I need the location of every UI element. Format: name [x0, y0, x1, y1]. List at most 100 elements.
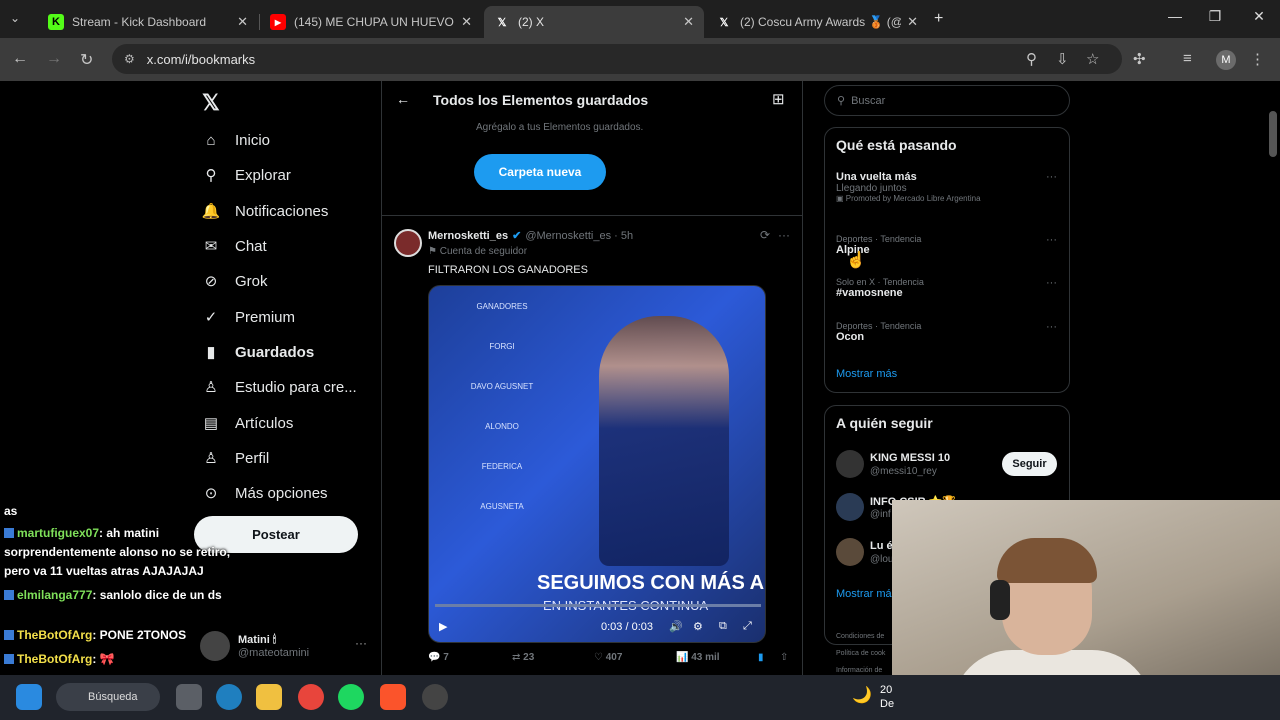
- new-folder-button[interactable]: Carpeta nueva: [474, 154, 606, 190]
- show-more-follow-link[interactable]: Mostrar má: [836, 588, 892, 600]
- search-icon: ⚲: [837, 95, 846, 107]
- like-button[interactable]: ♡ 407: [594, 652, 622, 663]
- winners-list: GANADORES FORGI DAVO AGUSNET ALONDO FEDERICA…: [447, 296, 557, 536]
- chat-text: : sanlolo dice de un ds: [92, 588, 222, 602]
- spotify-icon[interactable]: [338, 684, 364, 710]
- edge-icon[interactable]: [216, 684, 242, 710]
- scrollbar-thumb[interactable]: [1269, 111, 1277, 157]
- search-input[interactable]: ⚲ Buscar: [824, 85, 1070, 116]
- tweet-more-icon[interactable]: ···: [778, 228, 790, 242]
- nav-item-bell[interactable]: 🔔 Notificaciones: [202, 196, 329, 226]
- new-folder-label: Carpeta nueva: [498, 165, 582, 179]
- footer-link[interactable]: Condiciones de: [836, 628, 885, 645]
- task-view-icon[interactable]: [176, 684, 202, 710]
- menu-icon[interactable]: ⋮: [1250, 50, 1265, 68]
- extensions-icon[interactable]: ✣: [1133, 50, 1146, 68]
- back-icon[interactable]: ←: [12, 50, 28, 68]
- repost-button[interactable]: ⇄ 23: [512, 652, 534, 663]
- chrome-icon[interactable]: [298, 684, 324, 710]
- nav-item-profile[interactable]: ♙ Perfil: [202, 443, 269, 473]
- trend-more-icon[interactable]: ···: [1046, 171, 1057, 183]
- nav-item-studio[interactable]: ♙ Estudio para cre...: [202, 372, 356, 402]
- grok-icon[interactable]: ⟳: [760, 228, 770, 242]
- main-column: ← Todos los Elementos guardados ⊞ Agréga…: [381, 81, 803, 675]
- clock[interactable]: 20 De: [880, 683, 894, 711]
- winner-entry: FEDERICA: [481, 462, 523, 471]
- trend-item[interactable]: Solo en X · Tendencia #vamosnene ···: [836, 277, 1061, 299]
- video-progress-bar[interactable]: [435, 604, 761, 607]
- obs-icon[interactable]: [422, 684, 448, 710]
- subscriber-text: Cuenta de seguidor: [439, 246, 528, 257]
- settings-icon[interactable]: ⚙: [693, 620, 703, 633]
- reply-button[interactable]: 💬 7: [428, 652, 449, 663]
- maximize-icon[interactable]: ❐: [1200, 8, 1230, 25]
- chat-badge-icon: [4, 630, 14, 640]
- trend-item[interactable]: Una vuelta más Llegando juntos ▣ Promote…: [836, 171, 1061, 203]
- tab-search-chevron-icon[interactable]: ⌄: [10, 11, 20, 25]
- install-app-icon[interactable]: ⇩: [1056, 50, 1069, 68]
- mail-icon: ✉: [204, 238, 218, 255]
- trend-more-icon[interactable]: ···: [1046, 321, 1057, 333]
- bookmark-star-icon[interactable]: ☆: [1086, 50, 1099, 68]
- tab-youtube[interactable]: ▶ (145) ME CHUPA UN HUEVO - ( ✕: [260, 6, 482, 38]
- taskbar-search[interactable]: Búsqueda: [56, 683, 160, 711]
- follow-suggestion[interactable]: KING MESSI 10 @messi10_rey Seguir: [836, 450, 1061, 482]
- tab-kick[interactable]: K Stream - Kick Dashboard ✕: [38, 6, 258, 38]
- nav-item-bookmark[interactable]: ▮ Guardados: [202, 337, 314, 367]
- site-info-icon[interactable]: ⚙: [124, 52, 135, 66]
- add-folder-icon[interactable]: ⊞: [772, 90, 785, 108]
- tweet-author[interactable]: Mernosketti_es ✔ @Mernosketti_es · 5h: [428, 229, 633, 243]
- nav-item-mail[interactable]: ✉ Chat: [202, 231, 267, 261]
- nav-item-search[interactable]: ⚲ Explorar: [202, 160, 291, 190]
- address-bar[interactable]: ⚙ x.com/i/bookmarks: [112, 44, 1122, 74]
- trend-item[interactable]: Deportes · Tendencia Ocon ···: [836, 321, 1061, 343]
- trend-category: Solo en X · Tendencia: [836, 277, 924, 287]
- tab-x-coscu[interactable]: 𝕏 (2) Coscu Army Awards 🥉 (@C ✕: [706, 6, 928, 38]
- nav-item-grok[interactable]: ⊘ Grok: [202, 266, 268, 296]
- like-count: 407: [605, 652, 623, 663]
- views-button[interactable]: 📊 43 mil: [676, 652, 720, 663]
- trend-item[interactable]: Deportes · Tendencia Alpine ···: [836, 234, 1061, 256]
- tweet-avatar[interactable]: [394, 229, 422, 257]
- show-more-link[interactable]: Mostrar más: [836, 368, 897, 380]
- zoom-icon[interactable]: ⚲: [1026, 50, 1037, 68]
- back-arrow-icon[interactable]: ←: [396, 91, 410, 107]
- nav-item-label: Más opciones: [235, 484, 328, 502]
- tweet-video[interactable]: GANADORES FORGI DAVO AGUSNET ALONDO FEDERICA…: [428, 285, 766, 643]
- share-icon[interactable]: ⇧: [780, 652, 788, 663]
- trend-more-icon[interactable]: ···: [1046, 234, 1057, 246]
- trend-more-icon[interactable]: ···: [1046, 277, 1057, 289]
- fullscreen-icon[interactable]: ⤢: [743, 620, 752, 633]
- more-dots-icon[interactable]: ···: [355, 636, 367, 650]
- reload-icon[interactable]: ↻: [80, 50, 93, 70]
- follow-button[interactable]: Seguir: [1002, 452, 1057, 476]
- close-tab-icon[interactable]: ✕: [237, 14, 248, 30]
- close-tab-icon[interactable]: ✕: [683, 14, 694, 30]
- volume-icon[interactable]: 🔊: [669, 620, 683, 633]
- x-logo-icon[interactable]: 𝕏: [202, 90, 220, 116]
- views-count: 43 mil: [691, 652, 720, 663]
- footer-link[interactable]: Política de cook: [836, 645, 885, 662]
- close-tab-icon[interactable]: ✕: [907, 14, 918, 30]
- play-icon[interactable]: ▶: [439, 620, 447, 633]
- headphones-icon: [990, 580, 1010, 620]
- nav-item-premium[interactable]: ✓ Premium: [202, 302, 295, 332]
- close-tab-icon[interactable]: ✕: [461, 14, 472, 30]
- new-tab-icon[interactable]: +: [934, 10, 943, 28]
- file-explorer-icon[interactable]: [256, 684, 282, 710]
- nav-item-home[interactable]: ⌂ Inicio: [202, 125, 270, 155]
- forward-icon[interactable]: →: [46, 50, 62, 68]
- tweet-actions: 💬 7 ⇄ 23 ♡ 407 📊 43 mil ▮ ⇧: [428, 652, 798, 666]
- nav-item-articles[interactable]: ▤ Artículos: [202, 408, 293, 438]
- avatar: [836, 493, 864, 521]
- minimize-icon[interactable]: —: [1160, 8, 1190, 24]
- close-window-icon[interactable]: ✕: [1244, 8, 1274, 25]
- bookmark-icon[interactable]: ▮: [758, 652, 764, 663]
- windows-start-icon[interactable]: [16, 684, 42, 710]
- pip-icon[interactable]: ⧉: [719, 620, 727, 633]
- profile-avatar[interactable]: M: [1216, 50, 1236, 70]
- nav-item-label: Perfil: [235, 449, 270, 467]
- media-control-icon[interactable]: ≡: [1183, 50, 1192, 67]
- tab-x-active[interactable]: 𝕏 (2) X ✕: [484, 6, 704, 38]
- brave-icon[interactable]: [380, 684, 406, 710]
